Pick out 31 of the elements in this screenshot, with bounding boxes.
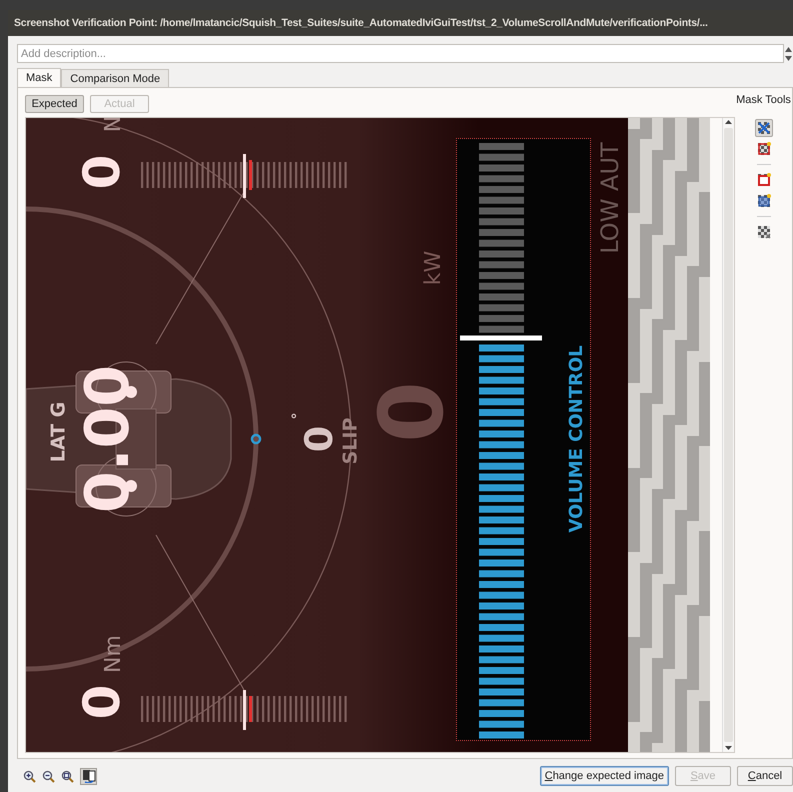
- lateral-g-label: LAT G: [50, 402, 68, 462]
- pivot-dot-icon: [250, 433, 262, 445]
- dialog-button[interactable]: Change expected image: [540, 766, 669, 786]
- power-unit: kW: [423, 250, 445, 286]
- view-toggle-button[interactable]: [80, 768, 97, 784]
- slip-unit: °: [291, 412, 305, 420]
- mask-tools-label: Mask Tools: [736, 94, 791, 106]
- slip-value: 0: [300, 426, 338, 452]
- torque-unit: Nm: [103, 635, 125, 673]
- image-toggle-button[interactable]: Expected: [25, 95, 84, 113]
- lateral-g-value: 0.00: [78, 364, 138, 514]
- zoom-out-icon[interactable]: [42, 770, 55, 782]
- tab[interactable]: Comparison Mode: [61, 69, 170, 87]
- zoom-fit-icon[interactable]: [61, 770, 74, 782]
- drive-mode-label: LOW AUT: [598, 142, 622, 254]
- volume-title: VOLUME CONTROL: [568, 345, 586, 533]
- dialog-button[interactable]: Cancel: [737, 766, 793, 786]
- scroll-up-icon[interactable]: [724, 118, 733, 126]
- vertical-scrollbar[interactable]: [722, 118, 734, 752]
- volume-marker[interactable]: [460, 336, 542, 340]
- scroll-down-icon[interactable]: [724, 744, 733, 752]
- slip-label: SLIP: [342, 418, 360, 464]
- power-value: 0: [368, 381, 456, 443]
- spin-arrows-icon[interactable]: [785, 44, 792, 62]
- tab[interactable]: Mask: [17, 68, 62, 87]
- pick-mask-tool[interactable]: [754, 119, 772, 137]
- torque-value: 0: [77, 684, 127, 720]
- torque-unit: N: [103, 118, 125, 132]
- torque-value: 0: [77, 154, 127, 190]
- zoom-in-icon[interactable]: [23, 770, 36, 782]
- description-field[interactable]: Add description...: [17, 44, 784, 63]
